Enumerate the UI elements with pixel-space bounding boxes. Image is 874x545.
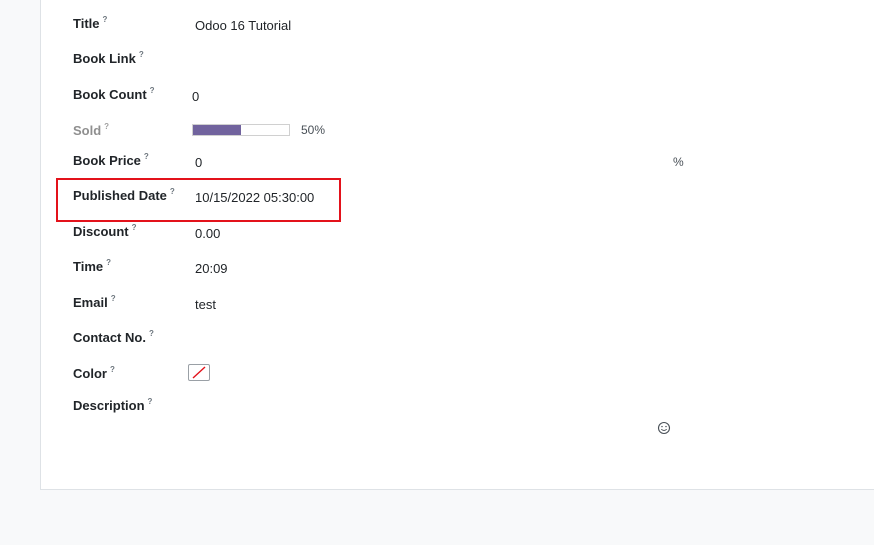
description-help-icon[interactable]: ?: [148, 397, 153, 406]
book-link-label: Book Link?: [73, 50, 144, 66]
email-help-icon[interactable]: ?: [111, 294, 116, 303]
field-row-time: Time? 20:09: [41, 258, 874, 289]
color-picker-button[interactable]: [188, 364, 210, 381]
sold-help-icon[interactable]: ?: [104, 122, 109, 131]
sold-progress-fill: [193, 125, 241, 135]
book-count-label: Book Count?: [73, 86, 155, 102]
time-field[interactable]: 20:09: [195, 261, 228, 276]
color-help-icon[interactable]: ?: [110, 365, 115, 374]
emoji-icon[interactable]: [656, 420, 672, 436]
book-count-help-icon[interactable]: ?: [150, 86, 155, 95]
no-color-icon: [192, 366, 206, 379]
title-help-icon[interactable]: ?: [103, 15, 108, 24]
time-help-icon[interactable]: ?: [106, 258, 111, 267]
field-row-email: Email? test: [41, 294, 874, 325]
book-price-label: Book Price?: [73, 152, 149, 168]
field-row-color: Color?: [41, 364, 874, 396]
field-row-title: Title? Odoo 16 Tutorial: [41, 15, 874, 46]
book-price-suffix: %: [673, 155, 684, 169]
sold-label: Sold?: [73, 122, 110, 138]
sold-progress-text: 50%: [301, 123, 326, 137]
sold-progress-bar: [192, 124, 290, 136]
discount-label: Discount?: [73, 223, 137, 239]
discount-field[interactable]: 0.00: [195, 226, 220, 241]
book-price-field[interactable]: 0: [195, 155, 202, 170]
email-label: Email?: [73, 294, 116, 310]
field-row-contact-no: Contact No.?: [41, 329, 874, 360]
contact-no-help-icon[interactable]: ?: [149, 329, 154, 338]
discount-help-icon[interactable]: ?: [132, 223, 137, 232]
field-row-discount: Discount? 0.00: [41, 223, 874, 254]
book-link-help-icon[interactable]: ?: [139, 50, 144, 59]
form-sheet: Title? Odoo 16 Tutorial Book Link? Book …: [40, 0, 874, 490]
description-label: Description?: [73, 397, 153, 413]
field-row-description: Description?: [41, 397, 874, 428]
field-row-sold: Sold? 50%: [41, 122, 874, 153]
title-label: Title?: [73, 15, 108, 31]
contact-no-label: Contact No.?: [73, 329, 154, 345]
book-price-help-icon[interactable]: ?: [144, 152, 149, 161]
color-label: Color?: [73, 365, 115, 381]
field-row-book-count: Book Count? 0: [41, 86, 874, 117]
field-row-book-link: Book Link?: [41, 50, 874, 81]
email-field[interactable]: test: [195, 297, 216, 312]
highlight-box: [56, 178, 341, 222]
title-field[interactable]: Odoo 16 Tutorial: [195, 18, 291, 33]
time-label: Time?: [73, 258, 111, 274]
book-count-field[interactable]: 0: [192, 89, 199, 104]
